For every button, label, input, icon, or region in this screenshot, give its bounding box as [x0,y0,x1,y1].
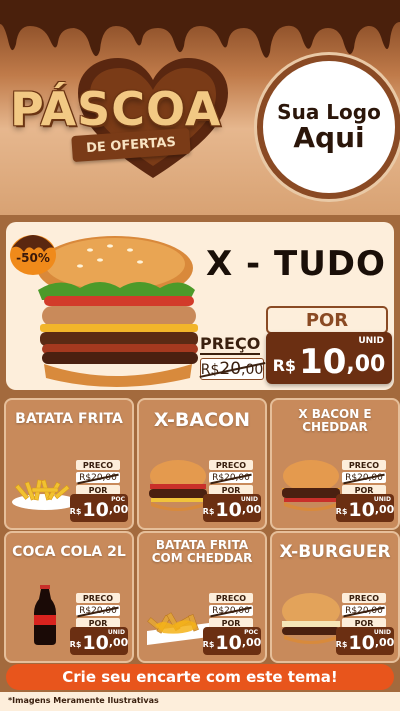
old-price: R$20,00 [209,605,253,616]
discount-badge: -50% [10,235,56,275]
product-card-batata-cheddar[interactable]: BATATA FRITA COM CHEDDAR PRECO R$20,00 P… [137,531,267,663]
featured-product-name: X - TUDO [206,244,386,284]
product-name: BATATA FRITA [15,411,123,427]
logo-text-line2: Aqui [293,120,365,154]
page-title: PÁSCOA [10,82,222,136]
old-price: R$20,00 [342,605,386,616]
price-box: PRECO R$20,00 POR UNID R$ 10,00 [202,460,262,522]
old-price: R$20,00 [76,605,120,616]
product-card-x-bacon[interactable]: X-BACON PRECO R$20,00 POR UNID R$ 10,00 [137,398,267,530]
logo-placeholder[interactable]: Sua Logo Aqui [257,55,400,199]
new-price: UNID R$ 10,00 [335,494,395,522]
product-name: X-BURGUER [279,542,391,562]
price-box: PRECO R$20,00 POR POC R$ 10,00 [202,593,262,655]
product-card-batata-frita[interactable]: BATATA FRITA PRECO R$20,00 POR POC R$ 10,… [4,398,134,530]
old-price: R$20,00 [200,358,264,380]
price-box: PRECO R$20,00 POR UNID R$ 10,00 [335,593,395,655]
logo-text-line1: Sua Logo [277,99,381,124]
svg-text:-50%: -50% [16,251,50,265]
footnote: *Imagens Meramente Ilustrativas [8,696,159,705]
old-price: R$20,00 [342,472,386,483]
new-price: POC R$ 10,00 [69,494,129,522]
price-box: PRECO R$20,00 POR UNID R$ 10,00 [335,460,395,522]
product-name: BATATA FRITA COM CHEDDAR [151,538,253,566]
price-box: PRECO R$20,00 POR UNID R$ 10,00 [69,593,129,655]
product-card-x-burguer[interactable]: X-BURGUER PRECO R$20,00 POR UNID R$ 10,00 [270,531,400,663]
new-price: UNID R$ 10,00 [69,627,129,655]
header: PÁSCOA DE OFERTAS Sua Logo Aqui [0,0,400,215]
product-card-x-bacon-cheddar[interactable]: X BACON E CHEDDAR PRECO R$20,00 POR UNID… [270,398,400,530]
flyer-page: PÁSCOA DE OFERTAS Sua Logo Aqui X - TUDO… [0,0,400,711]
new-price: POC R$ 10,00 [202,627,262,655]
new-price: UNID R$ 10,00 [266,332,392,384]
price-box: PRECO R$20,00 POR POC R$ 10,00 [69,460,129,522]
preco-label: PREÇO [200,334,261,355]
new-price: UNID R$ 10,00 [202,494,262,522]
new-price: UNID R$ 10,00 [335,627,395,655]
old-price: R$20,00 [209,472,253,483]
featured-product-card[interactable]: X - TUDO POR PREÇO R$20,00 UNID R$ 10,00 [6,222,394,390]
product-card-coca-cola[interactable]: COCA COLA 2L PRECO R$20,00 POR UNID R$ 10… [4,531,134,663]
product-name: X-BACON [153,409,251,431]
cta-button[interactable]: Crie seu encarte com este tema! [6,664,394,690]
product-name: COCA COLA 2L [12,544,126,560]
por-label: POR [266,306,388,334]
product-name: X BACON E CHEDDAR [298,407,372,435]
old-price: R$20,00 [76,472,120,483]
